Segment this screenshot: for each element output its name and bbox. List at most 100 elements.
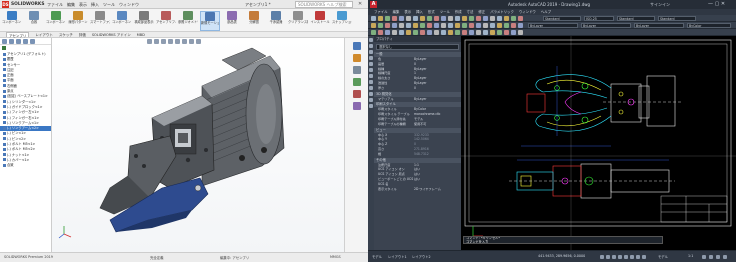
property-value[interactable]: 548.7312 <box>414 152 461 157</box>
menu-item[interactable]: ツール <box>103 2 115 8</box>
solidworks-logo[interactable]: DS SOLIDWORKS <box>2 1 45 8</box>
ribbon-button[interactable]: コンポーネント挿入 <box>2 11 22 31</box>
toolbar-icon[interactable] <box>399 16 404 21</box>
help-search-input[interactable]: SOLIDWORKS ヘルプ検索 <box>295 1 353 8</box>
style-dropdown[interactable]: ISO-25 <box>584 16 614 21</box>
ribbon-button[interactable]: クリアランス検証 <box>288 11 308 31</box>
zoom-fit-icon[interactable] <box>147 39 152 44</box>
toolbar-icon[interactable] <box>406 30 411 35</box>
offset-icon[interactable] <box>369 104 373 108</box>
toolbar-icon[interactable] <box>378 23 383 28</box>
configuration-icon[interactable] <box>16 39 21 44</box>
circle-icon[interactable] <box>369 50 373 54</box>
zoom-area-icon[interactable] <box>154 39 159 44</box>
tree-filter[interactable] <box>2 46 49 51</box>
tree-item[interactable]: 合致 <box>0 163 51 168</box>
close-icon[interactable]: ✕ <box>358 1 362 7</box>
status-toggle-icon[interactable] <box>600 255 604 259</box>
ribbon-button[interactable]: 線形パターン <box>68 11 88 31</box>
ribbon-button[interactable]: アセンブリフィーチャー <box>156 11 176 31</box>
toolbar-icon[interactable] <box>392 23 397 28</box>
command-tab[interactable]: アセンブリ <box>6 32 30 38</box>
status-text[interactable]: レイアウト2 <box>412 254 431 259</box>
sign-in-link[interactable]: サインイン <box>650 2 670 8</box>
toolbar-icon[interactable] <box>399 30 404 35</box>
toolbar-icon[interactable] <box>497 23 502 28</box>
menu-item[interactable]: 挿入 <box>416 10 423 14</box>
style-dropdown[interactable]: Standard <box>543 16 581 21</box>
toolbar-icon[interactable] <box>371 30 376 35</box>
toolbar-icon[interactable] <box>399 23 404 28</box>
rotate-icon[interactable] <box>369 92 373 96</box>
toolbar-icon[interactable] <box>413 30 418 35</box>
style-dropdown[interactable]: Standard <box>617 16 655 21</box>
ribbon-button[interactable]: 干渉認識 <box>266 11 286 31</box>
toolbar-icon[interactable] <box>504 16 509 21</box>
toolbar-icon[interactable] <box>378 30 383 35</box>
dimxpert-icon[interactable] <box>23 39 28 44</box>
toolbar-icon[interactable] <box>413 23 418 28</box>
custom-properties-icon[interactable] <box>352 102 361 110</box>
toolbar-icon[interactable] <box>406 16 411 21</box>
toolbar-icon[interactable] <box>497 16 502 21</box>
toolbar-icon[interactable] <box>462 16 467 21</box>
property-row[interactable]: 表示スタイル 2D ワイヤフレーム <box>374 187 461 192</box>
menu-item[interactable]: ファイル <box>374 10 388 14</box>
toolbar-icon[interactable] <box>434 23 439 28</box>
toolbar-icon[interactable] <box>385 30 390 35</box>
property-value[interactable]: 0 <box>414 86 461 91</box>
toolbar-icon[interactable] <box>434 30 439 35</box>
toolbar-icon[interactable] <box>518 30 523 35</box>
toolbar-icon[interactable] <box>469 23 474 28</box>
toolbar-icon[interactable] <box>413 16 418 21</box>
style-dropdown[interactable]: ByColor <box>687 23 731 28</box>
display-style-icon[interactable] <box>182 39 187 44</box>
toolbar-icon[interactable] <box>504 23 509 28</box>
toolbar-icon[interactable] <box>469 16 474 21</box>
move-icon[interactable] <box>369 80 373 84</box>
copy-icon[interactable] <box>369 86 373 90</box>
style-dropdown[interactable]: ByLayer <box>528 23 578 28</box>
ribbon-button[interactable]: 部品表 <box>222 11 242 31</box>
section-view-icon[interactable] <box>168 39 173 44</box>
toolbar-icon[interactable] <box>455 23 460 28</box>
toolbar-icon[interactable] <box>406 23 411 28</box>
toolbar-icon[interactable] <box>371 23 376 28</box>
window-controls[interactable]: — ▢ ✕ <box>708 1 725 7</box>
toolbar-icon[interactable] <box>441 30 446 35</box>
status-tool-icon[interactable] <box>723 255 727 259</box>
graphics-viewport[interactable] <box>52 38 344 252</box>
toolbar-icon[interactable] <box>490 23 495 28</box>
ribbon-button[interactable]: 構成部品表示 <box>134 11 154 31</box>
status-toggle-icon[interactable] <box>630 255 634 259</box>
hide-show-icon[interactable] <box>189 39 194 44</box>
toolbar-icon[interactable] <box>476 30 481 35</box>
toolbar-icon[interactable] <box>434 16 439 21</box>
toolbar-icon[interactable] <box>511 16 516 21</box>
status-tool-icon[interactable] <box>709 255 713 259</box>
status-text[interactable]: モデル <box>372 254 382 259</box>
menu-item[interactable]: 作成 <box>455 10 462 14</box>
status-toggle-icon[interactable] <box>624 255 628 259</box>
toolbar-icon[interactable] <box>462 23 467 28</box>
cad-drawing[interactable] <box>461 36 736 250</box>
toolbar-icon[interactable] <box>441 16 446 21</box>
menu-item[interactable]: 編集 <box>67 2 75 8</box>
toolbar-icon[interactable] <box>483 30 488 35</box>
appearance-icon[interactable] <box>196 39 201 44</box>
status-tool-icon[interactable] <box>702 255 706 259</box>
toolbar-icon[interactable] <box>490 16 495 21</box>
style-dropdown[interactable]: Standard <box>658 16 696 21</box>
toolbar-icon[interactable] <box>518 23 523 28</box>
toolbar-icon[interactable] <box>476 23 481 28</box>
menu-item[interactable]: 寸法 <box>467 10 474 14</box>
status-toggle-icon[interactable] <box>612 255 616 259</box>
command-prompt[interactable]: コマンドを入力 <box>466 240 488 243</box>
menu-item[interactable]: ウィンドウ <box>519 10 536 14</box>
status-text[interactable]: レイアウト1 <box>388 254 407 259</box>
toolbar-icon[interactable] <box>420 16 425 21</box>
drawing-area[interactable] <box>461 36 736 250</box>
solidworks-resources-icon[interactable] <box>352 42 361 50</box>
toolbar-icon[interactable] <box>448 23 453 28</box>
menu-item[interactable]: ヘルプ <box>541 10 551 14</box>
